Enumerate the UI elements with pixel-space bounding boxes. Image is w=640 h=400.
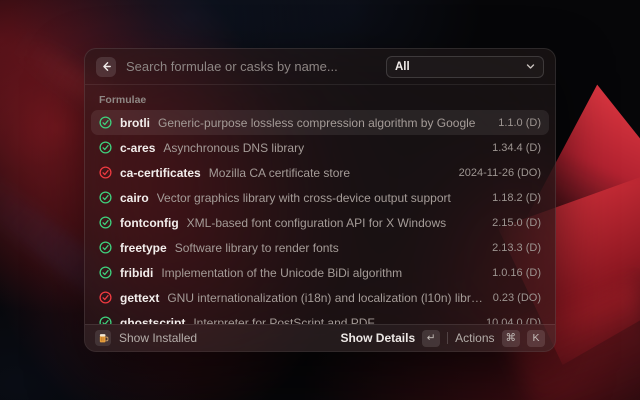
formula-name: ca-certificates [120, 166, 201, 180]
formula-version: 1.0.16 (D) [492, 267, 541, 279]
formula-version: 10.04.0 (D) [486, 317, 541, 325]
section-header-formulae: Formulae [85, 85, 555, 110]
status-check-circle-icon [99, 116, 112, 129]
status-check-circle-icon [99, 141, 112, 154]
status-check-circle-icon [99, 266, 112, 279]
formula-description: Software library to render fonts [175, 241, 484, 255]
formula-description: Generic-purpose lossless compression alg… [158, 116, 490, 130]
cmd-key-badge[interactable]: ⌘ [502, 330, 521, 347]
formula-description: Mozilla CA certificate store [209, 166, 451, 180]
formula-version: 2024-11-26 (DO) [459, 167, 541, 179]
screen: All Formulae brotli Generic-purpose loss… [0, 0, 640, 400]
k-key-badge[interactable]: K [527, 330, 545, 347]
search-bar: All [85, 49, 555, 85]
formula-name: fontconfig [120, 216, 179, 230]
formula-row[interactable]: ca-certificates Mozilla CA certificate s… [91, 160, 549, 185]
search-input[interactable] [126, 59, 376, 74]
results-list: brotli Generic-purpose lossless compress… [85, 110, 555, 324]
footer-actions: Show Details ↵ Actions ⌘ K [340, 330, 545, 347]
formula-description: XML-based font configuration API for X W… [187, 216, 484, 230]
return-key-badge[interactable]: ↵ [422, 330, 440, 347]
footer-divider [447, 332, 448, 344]
formula-row[interactable]: freetype Software library to render font… [91, 235, 549, 260]
status-check-circle-icon [99, 316, 112, 324]
formula-row[interactable]: brotli Generic-purpose lossless compress… [91, 110, 549, 135]
formula-name: freetype [120, 241, 167, 255]
formula-description: Implementation of the Unicode BiDi algor… [161, 266, 484, 280]
show-details-button[interactable]: Show Details [340, 331, 415, 345]
formula-name: c-ares [120, 141, 155, 155]
formula-name: gettext [120, 291, 159, 305]
status-check-circle-icon [99, 216, 112, 229]
actions-button[interactable]: Actions [455, 331, 494, 345]
formula-row[interactable]: c-ares Asynchronous DNS library 1.34.4 (… [91, 135, 549, 160]
formula-version: 2.13.3 (D) [492, 242, 541, 254]
formula-version: 1.1.0 (D) [498, 117, 541, 129]
formula-name: brotli [120, 116, 150, 130]
beer-mug-icon [95, 330, 111, 346]
formula-version: 0.23 (DO) [493, 292, 541, 304]
formula-name: fribidi [120, 266, 153, 280]
formula-version: 1.34.4 (D) [492, 142, 541, 154]
chevron-down-icon [526, 62, 535, 71]
formula-description: Asynchronous DNS library [163, 141, 484, 155]
formula-row[interactable]: ghostscript Interpreter for PostScript a… [91, 310, 549, 324]
formula-row[interactable]: gettext GNU internationalization (i18n) … [91, 285, 549, 310]
formula-name: cairo [120, 191, 149, 205]
formula-row[interactable]: fontconfig XML-based font configuration … [91, 210, 549, 235]
arrow-left-icon [101, 61, 112, 72]
formula-description: GNU internationalization (i18n) and loca… [167, 291, 484, 305]
formula-description: Vector graphics library with cross-devic… [157, 191, 484, 205]
status-check-circle-icon [99, 191, 112, 204]
status-check-circle-icon [99, 241, 112, 254]
formula-version: 1.18.2 (D) [492, 192, 541, 204]
brew-search-panel: All Formulae brotli Generic-purpose loss… [84, 48, 556, 352]
filter-dropdown[interactable]: All [386, 56, 544, 78]
filter-selected-value: All [395, 61, 520, 73]
status-check-circle-icon [99, 166, 112, 179]
formula-description: Interpreter for PostScript and PDF [193, 316, 478, 325]
formula-row[interactable]: fribidi Implementation of the Unicode Bi… [91, 260, 549, 285]
back-button[interactable] [96, 57, 116, 77]
show-installed-label[interactable]: Show Installed [119, 331, 332, 345]
formula-name: ghostscript [120, 316, 185, 325]
footer-bar: Show Installed Show Details ↵ Actions ⌘ … [85, 324, 555, 351]
formula-row[interactable]: cairo Vector graphics library with cross… [91, 185, 549, 210]
formula-version: 2.15.0 (D) [492, 217, 541, 229]
status-check-circle-icon [99, 291, 112, 304]
